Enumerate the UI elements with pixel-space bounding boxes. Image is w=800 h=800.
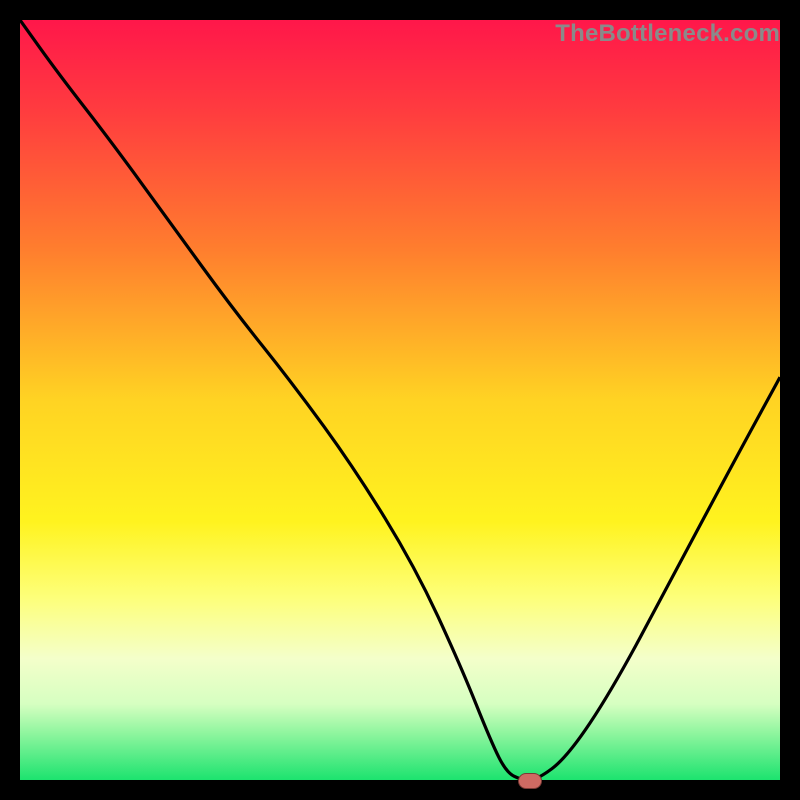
chart-container: TheBottleneck.com bbox=[0, 0, 800, 800]
optimum-marker bbox=[518, 773, 542, 789]
plot-area: TheBottleneck.com bbox=[20, 20, 780, 780]
curve-layer bbox=[20, 20, 780, 780]
bottleneck-curve bbox=[20, 20, 780, 780]
watermark-text: TheBottleneck.com bbox=[555, 20, 780, 48]
